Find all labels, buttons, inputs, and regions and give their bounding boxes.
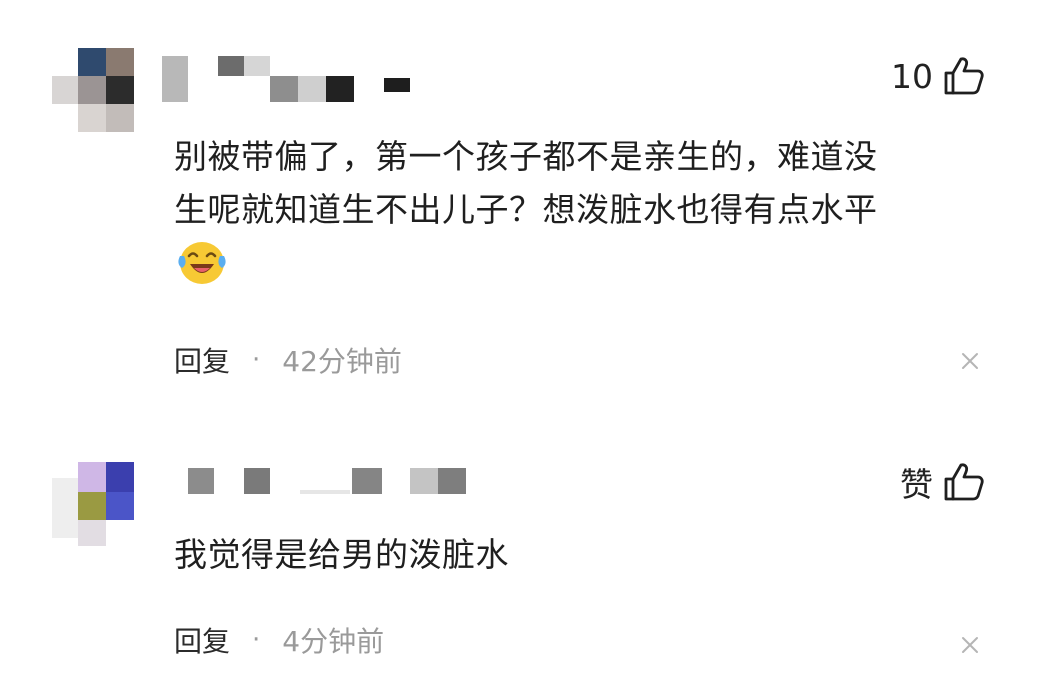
comment-text-line: 我觉得是给男的泼脏水 — [174, 535, 509, 574]
like-label: 赞 — [900, 465, 933, 504]
comment-meta: 回复 · 4分钟前 — [174, 620, 384, 660]
like-button[interactable]: 赞 — [900, 458, 985, 506]
like-count: 10 — [891, 56, 933, 96]
meta-separator: · — [252, 625, 261, 655]
thumbs-up-icon — [944, 57, 984, 95]
username[interactable] — [180, 462, 500, 498]
meta-separator: · — [252, 345, 261, 375]
like-button[interactable]: 10 — [891, 56, 985, 96]
username[interactable] — [140, 56, 420, 102]
laughing-crying-emoji-icon — [178, 242, 226, 284]
comment-item: 10 别被带偏了，第一个孩子都不是亲生的，难道没 生呢就知道生不出儿子？想泼脏水… — [0, 0, 1043, 410]
comment-text-line: 生呢就知道生不出儿子？想泼脏水也得有点水平 — [174, 190, 878, 229]
thumbs-up-icon — [944, 463, 984, 501]
timestamp: 42分钟前 — [282, 345, 402, 378]
timestamp: 4分钟前 — [282, 625, 385, 658]
comment-item: 赞 我觉得是给男的泼脏水 回复 · 4分钟前 — [0, 430, 1043, 679]
comment-text: 我觉得是给男的泼脏水 — [174, 528, 509, 581]
avatar[interactable] — [52, 458, 136, 550]
comment-text: 别被带偏了，第一个孩子都不是亲生的，难道没 生呢就知道生不出儿子？想泼脏水也得有… — [174, 130, 878, 236]
avatar[interactable] — [52, 48, 136, 132]
close-icon[interactable] — [959, 350, 981, 372]
comment-meta: 回复 · 42分钟前 — [174, 340, 402, 380]
close-icon[interactable] — [959, 634, 981, 656]
reply-button[interactable]: 回复 — [174, 620, 230, 660]
comment-text-line: 别被带偏了，第一个孩子都不是亲生的，难道没 — [174, 137, 878, 176]
reply-button[interactable]: 回复 — [174, 340, 230, 380]
